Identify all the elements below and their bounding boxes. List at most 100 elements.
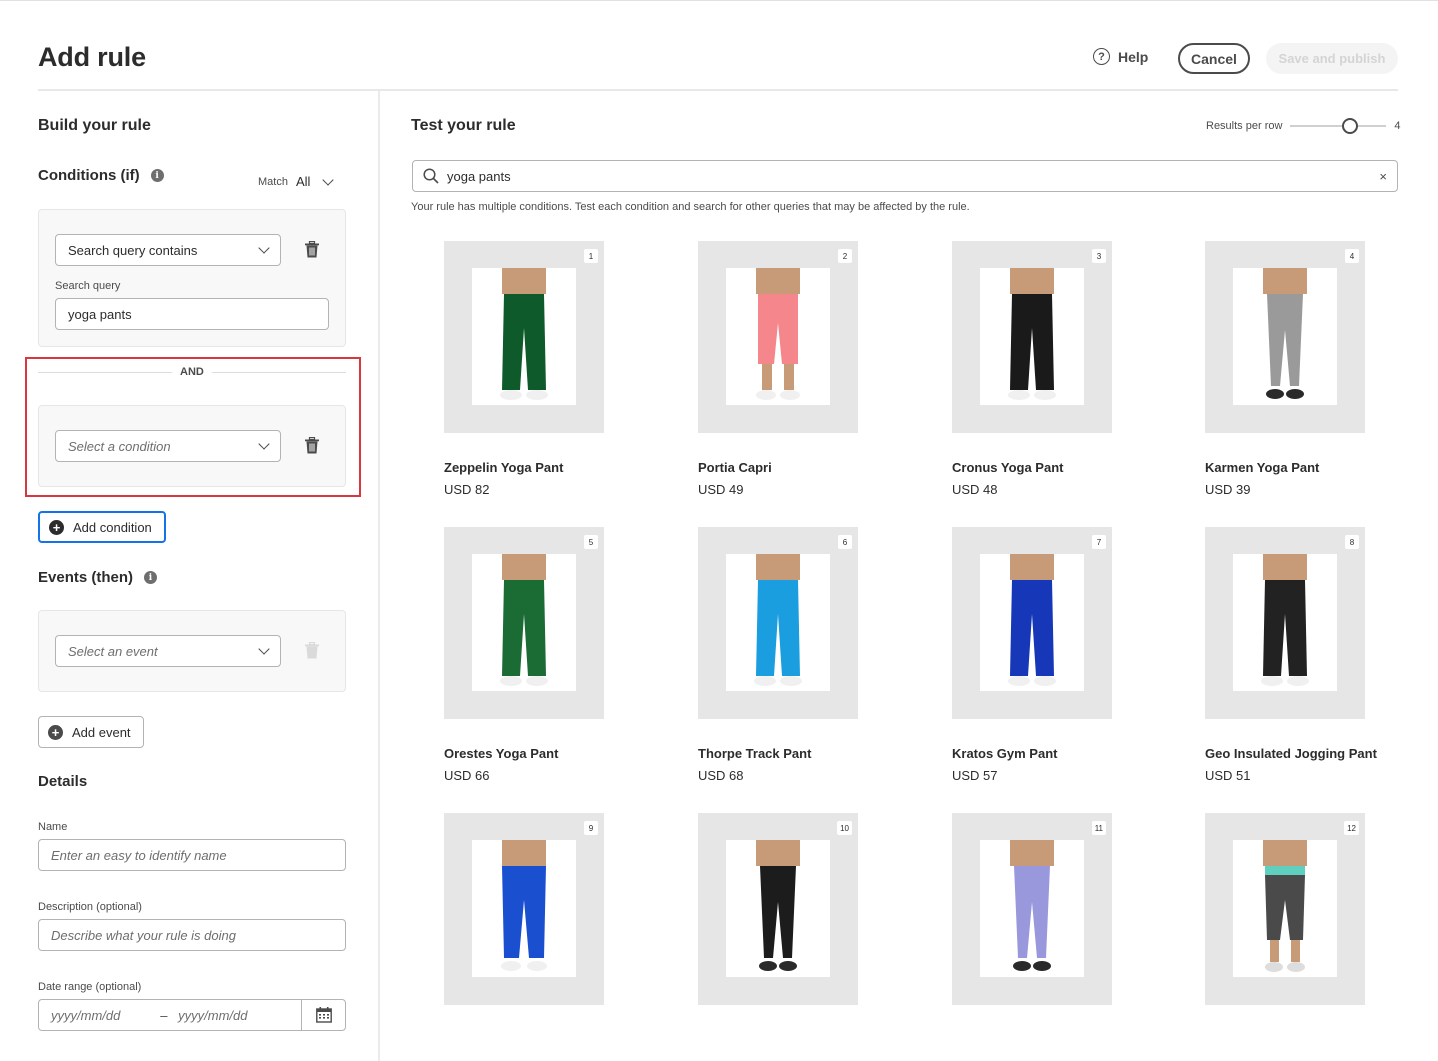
product-card[interactable]: 8 Geo Insulated Jogging Pant USD 51 (1205, 527, 1377, 783)
product-name: Portia Capri (698, 460, 772, 475)
help-label: Help (1118, 48, 1149, 65)
product-thumbnail[interactable]: 11 (952, 813, 1112, 1005)
product-card[interactable]: 7 Kratos Gym Pant USD 57 (952, 527, 1122, 783)
product-image (980, 840, 1084, 977)
add-event-label: Add event (72, 724, 131, 740)
condition-type-select[interactable]: Search query contains (55, 234, 281, 266)
header-divider (38, 89, 1398, 91)
test-hint-text: Your rule has multiple conditions. Test … (411, 201, 970, 213)
start-date-input[interactable]: yyyy/mm/dd (39, 1008, 160, 1023)
name-label: Name (38, 821, 68, 833)
condition-type-value: Search query contains (68, 242, 198, 258)
select-event-dropdown[interactable]: Select an event (55, 635, 281, 667)
product-image (472, 268, 576, 405)
results-per-row-slider[interactable] (1290, 118, 1387, 134)
product-image (472, 554, 576, 691)
product-thumbnail[interactable]: 5 (444, 527, 604, 719)
product-image (1233, 840, 1337, 977)
cancel-button[interactable]: Cancel (1178, 43, 1250, 74)
add-event-button[interactable]: + Add event (38, 716, 144, 748)
window-top-border (0, 0, 1438, 1)
events-heading: Events (then) (38, 569, 134, 586)
search-icon (423, 168, 439, 184)
product-card[interactable]: 4 Karmen Yoga Pant USD 39 (1205, 241, 1375, 497)
help-link[interactable]: ? Help (1093, 48, 1148, 65)
description-input[interactable]: Describe what your rule is doing (38, 919, 346, 951)
info-icon[interactable]: i (150, 169, 164, 182)
product-image (980, 268, 1084, 405)
product-thumbnail[interactable]: 1 (444, 241, 604, 433)
product-price: USD 39 (1205, 482, 1251, 497)
product-rank-badge: 6 (838, 535, 852, 549)
product-card[interactable]: 5 Orestes Yoga Pant USD 66 (444, 527, 614, 783)
trash-icon[interactable] (305, 437, 319, 454)
details-heading: Details (38, 773, 88, 790)
test-search-field[interactable]: yoga pants × (412, 160, 1398, 192)
product-thumbnail[interactable]: 8 (1205, 527, 1365, 719)
product-price: USD 66 (444, 768, 490, 783)
info-icon[interactable]: i (144, 571, 158, 584)
trash-icon[interactable] (305, 241, 319, 258)
product-name: Cronus Yoga Pant (952, 460, 1064, 475)
product-card[interactable]: 1 Zeppelin Yoga Pant USD 82 (444, 241, 614, 497)
end-date-input[interactable]: yyyy/mm/dd (178, 1008, 301, 1023)
product-thumbnail[interactable]: 3 (952, 241, 1112, 433)
product-thumbnail[interactable]: 4 (1205, 241, 1365, 433)
panel-divider (378, 91, 380, 1061)
date-range-field: yyyy/mm/dd – yyyy/mm/dd (38, 999, 346, 1031)
product-thumbnail[interactable]: 12 (1205, 813, 1365, 1005)
slider-handle[interactable] (1342, 118, 1359, 134)
add-condition-button[interactable]: + Add condition (38, 511, 166, 543)
save-and-publish-button[interactable]: Save and publish (1266, 43, 1398, 74)
product-thumbnail[interactable]: 7 (952, 527, 1112, 719)
search-query-label: Search query (55, 280, 121, 292)
product-card[interactable]: 10 (698, 813, 868, 1005)
conditions-heading-row: Conditions (if) i (38, 167, 164, 184)
product-card[interactable]: 3 Cronus Yoga Pant USD 48 (952, 241, 1122, 497)
product-price: USD 82 (444, 482, 490, 497)
product-thumbnail[interactable]: 10 (698, 813, 858, 1005)
clear-icon[interactable]: × (1379, 169, 1387, 184)
product-image (1233, 268, 1337, 405)
product-thumbnail[interactable]: 9 (444, 813, 604, 1005)
test-rule-heading: Test your rule (411, 117, 516, 134)
product-card[interactable]: 9 (444, 813, 614, 1005)
chevron-down-icon (322, 173, 335, 186)
name-input[interactable]: Enter an easy to identify name (38, 839, 346, 871)
conditions-heading: Conditions (if) (38, 167, 140, 184)
match-dropdown[interactable]: Match All (258, 173, 335, 189)
date-separator: – (160, 1007, 168, 1023)
search-query-input[interactable]: yoga pants (55, 298, 329, 330)
product-image (726, 554, 830, 691)
product-price: USD 49 (698, 482, 744, 497)
product-rank-badge: 8 (1345, 535, 1359, 549)
product-name: Karmen Yoga Pant (1205, 460, 1320, 475)
add-condition-label: Add condition (73, 519, 152, 535)
select-condition-dropdown[interactable]: Select a condition (55, 430, 281, 462)
product-image (472, 840, 576, 977)
plus-circle-icon: + (49, 519, 64, 535)
search-value[interactable]: yoga pants (447, 169, 1379, 184)
product-name: Orestes Yoga Pant (444, 746, 559, 761)
select-condition-placeholder: Select a condition (68, 438, 171, 454)
trash-icon-disabled (305, 642, 319, 659)
chevron-down-icon (258, 438, 270, 450)
product-card[interactable]: 12 (1205, 813, 1375, 1005)
product-rank-badge: 12 (1344, 821, 1359, 835)
product-thumbnail[interactable]: 6 (698, 527, 858, 719)
product-name: Zeppelin Yoga Pant (444, 460, 564, 475)
product-name: Thorpe Track Pant (698, 746, 812, 761)
product-price: USD 57 (952, 768, 998, 783)
events-heading-row: Events (then) i (38, 569, 158, 586)
chevron-down-icon (258, 242, 270, 254)
product-rank-badge: 11 (1091, 821, 1106, 835)
product-image (980, 554, 1084, 691)
product-name: Kratos Gym Pant (952, 746, 1058, 761)
product-card[interactable]: 6 Thorpe Track Pant USD 68 (698, 527, 868, 783)
calendar-button[interactable] (301, 1000, 345, 1030)
plus-circle-icon: + (48, 724, 63, 740)
product-card[interactable]: 2 Portia Capri USD 49 (698, 241, 868, 497)
product-card[interactable]: 11 (952, 813, 1122, 1005)
product-thumbnail[interactable]: 2 (698, 241, 858, 433)
product-image (726, 268, 830, 405)
